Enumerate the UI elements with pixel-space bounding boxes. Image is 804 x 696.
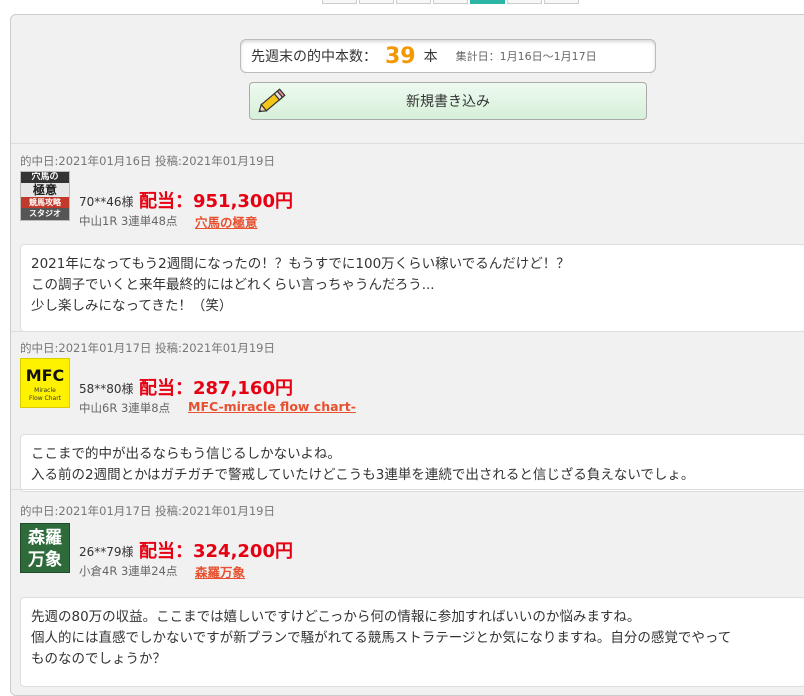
page-tab[interactable] [433,0,468,4]
thumb-text: 万象 [28,550,62,570]
hit-count-unit: 本 [423,49,438,65]
product-link[interactable]: 穴馬の極意 [195,212,258,231]
thumb-text: Flow Chart [28,395,62,402]
product-thumbnail[interactable]: 森羅 万象 [20,523,70,573]
summary-label: 先週末の的中本数： [251,49,377,65]
product-link[interactable]: MFC-miracle flow chart- [188,399,356,414]
thumb-text: Miracle [34,387,56,394]
divider [11,331,804,332]
comment-line: 2021年になってもう2週間になったの！？もうすでに100万くらい稼いでるんだけ… [31,256,570,272]
pagination-strip [322,0,581,4]
comment-line: 入る前の2週間とかはガチガチで警戒していたけどこうも3連単を連続で出されると信じ… [31,467,695,483]
new-post-button[interactable]: 新規書き込み [249,82,647,120]
comment-line: 先週の80万の収益。ここまでは嬉しいですけどこっから何の情報に参加すればいいのか… [31,609,641,625]
race-info: 小倉4R 3連単24点 [79,564,178,578]
page-tab[interactable] [396,0,431,4]
thumb-text: 競馬攻略 [21,197,69,208]
race-info: 中山6R 3連単8点 [79,401,171,415]
payout-amount: 配当：324,200円 [139,541,293,562]
comment-box: ここまで的中が出るならもう信じるしかないよね。 入る前の2週間とかはガチガチで警… [20,434,804,492]
summary-period: 集計日：1月16日～1月17日 [455,50,597,63]
page-tab-active[interactable] [470,0,505,4]
page-tab[interactable] [322,0,357,4]
entry-dates: 的中日:2021年01月17日 投稿:2021年01月19日 [20,504,275,518]
hit-count: 39 [385,43,416,69]
thumb-text: 穴馬の [21,172,69,183]
thumb-text: MFC [25,366,65,385]
payout-amount: 配当：287,160円 [139,378,293,399]
thumb-text: 極意 [32,183,57,197]
comment-line: ここまで的中が出るならもう信じるしかないよね。 [31,446,341,462]
comment-line: この調子でいくと来年最終的にはどれくらい言っちゃうんだろう... [31,277,435,293]
pencil-icon [258,88,286,113]
user-id: 58**80様 [79,382,134,396]
page-tab[interactable] [507,0,542,4]
comment-line: ものなのでしょうか？ [31,651,166,667]
race-info: 中山1R 3連単48点 [79,214,178,228]
divider [11,143,804,144]
new-post-label: 新規書き込み [406,94,490,110]
thumb-text: スタジオ [21,208,69,220]
comment-line: 少し楽しみになってきた！（笑） [31,298,233,314]
review-panel: 先週末の的中本数： 39 本 集計日：1月16日～1月17日 新規書き込み 的中… [10,14,804,696]
comment-line: 個人的には直感でしかないですが新プランで騒がれてる競馬ストラテージとか気になりま… [31,630,732,646]
divider [11,489,804,490]
page-tab[interactable] [544,0,579,4]
product-link[interactable]: 森羅万象 [195,562,245,581]
thumb-text: 森羅 [28,528,62,548]
comment-box: 2021年になってもう2週間になったの！？もうすでに100万くらい稼いでるんだけ… [20,244,804,332]
payout-amount: 配当：951,300円 [139,191,293,212]
entry-dates: 的中日:2021年01月17日 投稿:2021年01月19日 [20,341,275,355]
entry-dates: 的中日:2021年01月16日 投稿:2021年01月19日 [20,154,275,168]
user-id: 70**46様 [79,195,134,209]
comment-box: 先週の80万の収益。ここまでは嬉しいですけどこっから何の情報に参加すればいいのか… [20,597,804,687]
page-tab[interactable] [359,0,394,4]
product-thumbnail[interactable]: MFC Miracle Flow Chart [20,358,70,408]
product-thumbnail[interactable]: 穴馬の 極意 競馬攻略 スタジオ [20,171,70,221]
weekly-hit-summary: 先週末の的中本数： 39 本 集計日：1月16日～1月17日 [240,39,656,73]
user-id: 26**79様 [79,545,134,559]
